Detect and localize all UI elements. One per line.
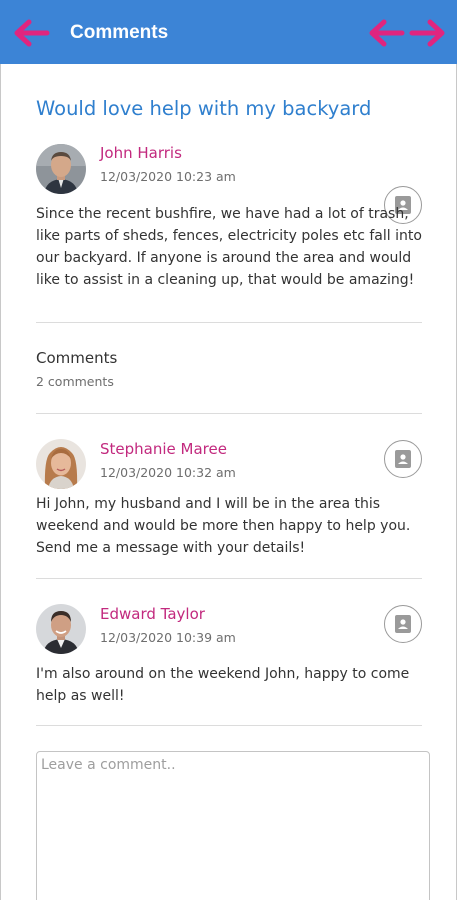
avatar — [36, 439, 86, 489]
contact-card-icon — [395, 450, 411, 468]
avatar — [36, 604, 86, 654]
contact-button[interactable] — [384, 605, 422, 643]
comment-author-name[interactable]: Edward Taylor — [100, 604, 205, 624]
comments-count: 2 comments — [36, 374, 114, 389]
post-timestamp: 12/03/2020 10:23 am — [100, 169, 236, 184]
avatar — [36, 144, 86, 194]
comment-timestamp: 12/03/2020 10:39 am — [100, 630, 236, 645]
post-body: Since the recent bushfire, we have had a… — [36, 206, 422, 288]
top-app-bar: Comments — [0, 0, 457, 64]
comment-input[interactable] — [36, 751, 430, 900]
comments-heading: Comments — [36, 349, 118, 367]
divider — [36, 725, 422, 726]
page-title: Comments — [70, 22, 169, 43]
contact-button[interactable] — [384, 440, 422, 478]
comment-timestamp: 12/03/2020 10:32 am — [100, 465, 236, 480]
comment-body: I'm also around on the weekend John, hap… — [36, 666, 410, 704]
divider — [36, 578, 422, 579]
arrows-left-right-icon — [369, 19, 445, 47]
arrow-left-icon — [14, 19, 50, 47]
comment-body: Hi John, my husband and I will be in the… — [36, 496, 411, 556]
contact-card-icon — [395, 615, 411, 633]
post-title: Would love help with my backyard — [36, 97, 372, 120]
divider — [36, 322, 422, 323]
back-button[interactable] — [11, 16, 51, 50]
comment-author-name[interactable]: Stephanie Maree — [100, 439, 227, 459]
navigate-arrows-button[interactable] — [366, 16, 448, 50]
divider — [36, 413, 422, 414]
post-author-name[interactable]: John Harris — [100, 143, 182, 163]
